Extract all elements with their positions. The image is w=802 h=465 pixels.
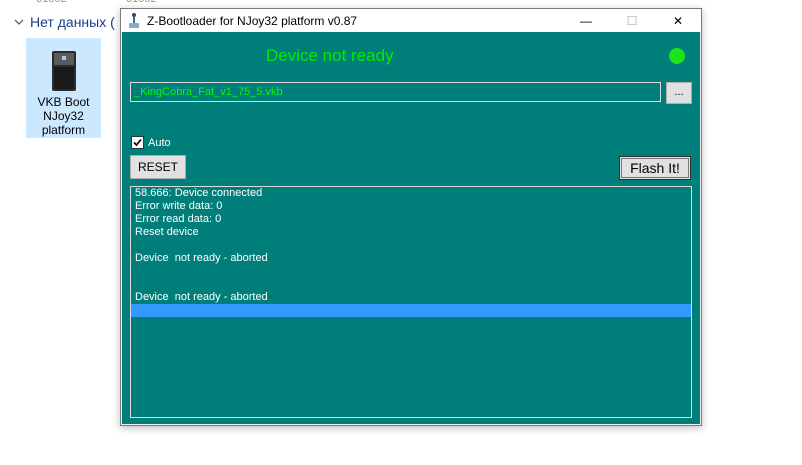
maximize-button[interactable]: ☐ bbox=[609, 9, 655, 32]
partial-text-mid: 01002 bbox=[126, 0, 157, 5]
auto-label: Auto bbox=[148, 136, 171, 149]
log-line[interactable] bbox=[131, 278, 691, 291]
device-status-text: Device not ready bbox=[266, 46, 394, 65]
partial-text-left: 01002 bbox=[36, 0, 67, 5]
status-led-indicator bbox=[669, 48, 685, 64]
joystick-icon bbox=[129, 12, 139, 28]
browse-button[interactable]: ... bbox=[666, 82, 692, 104]
application-file-icon bbox=[51, 51, 76, 91]
log-line[interactable] bbox=[131, 239, 691, 252]
auto-checkbox[interactable] bbox=[131, 136, 144, 149]
close-button[interactable]: ✕ bbox=[655, 9, 701, 32]
log-line[interactable] bbox=[131, 265, 691, 278]
log-line[interactable] bbox=[131, 304, 691, 317]
file-item-vkb-boot[interactable]: VKB Boot NJoy32 platform bbox=[26, 38, 101, 138]
group-header-label: Нет данных ( bbox=[30, 14, 115, 30]
file-item-label: VKB Boot NJoy32 platform bbox=[37, 95, 90, 137]
log-line[interactable]: Device not ready - aborted bbox=[131, 291, 691, 304]
chevron-down-icon bbox=[14, 19, 24, 25]
reset-button[interactable]: RESET bbox=[130, 155, 186, 179]
log-line[interactable]: Device not ready - aborted bbox=[131, 252, 691, 265]
auto-checkbox-row[interactable]: Auto bbox=[131, 136, 171, 149]
log-line[interactable]: 58.666: Device connected bbox=[131, 187, 691, 200]
title-bar[interactable]: Z-Bootloader for NJoy32 platform v0.87 —… bbox=[121, 9, 701, 32]
firmware-file-field[interactable]: _KingCobra_Fat_v1_75_5.vkb bbox=[130, 82, 661, 102]
bootloader-window: Z-Bootloader for NJoy32 platform v0.87 —… bbox=[120, 8, 702, 426]
minimize-button[interactable]: — bbox=[563, 9, 609, 32]
explorer-group-header[interactable]: Нет данных ( bbox=[14, 14, 115, 30]
checkmark-icon bbox=[133, 138, 142, 147]
log-line[interactable]: Reset device bbox=[131, 226, 691, 239]
flash-button[interactable]: Flash It! bbox=[619, 156, 691, 180]
window-title: Z-Bootloader for NJoy32 platform v0.87 bbox=[147, 13, 358, 28]
log-line[interactable]: Error write data: 0 bbox=[131, 200, 691, 213]
log-listbox[interactable]: 58.666: Device connected Error write data… bbox=[130, 186, 692, 418]
log-line[interactable]: Error read data: 0 bbox=[131, 213, 691, 226]
client-area: Device not ready _KingCobra_Fat_v1_75_5.… bbox=[122, 32, 700, 424]
